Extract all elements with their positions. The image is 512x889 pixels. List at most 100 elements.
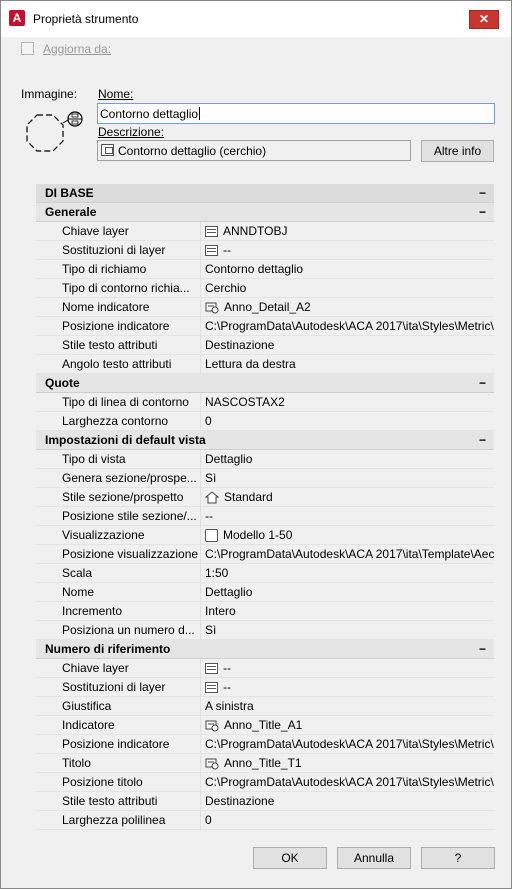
property-value-text: --: [223, 243, 231, 257]
detail-boundary-icon[interactable]: [19, 109, 89, 167]
property-value[interactable]: 1:50: [201, 564, 494, 582]
cancel-button[interactable]: Annulla: [337, 847, 411, 869]
property-value[interactable]: Modello 1-50: [201, 526, 494, 544]
help-button[interactable]: ?: [421, 847, 495, 869]
property-name: Stile sezione/prospetto: [36, 488, 201, 506]
property-row[interactable]: Tipo di richiamo Contorno dettaglio: [36, 260, 494, 279]
property-value-text: 0: [205, 414, 212, 428]
property-value[interactable]: Standard: [201, 488, 494, 506]
property-value-text: NASCOSTAX2: [205, 395, 285, 409]
property-name: Scala: [36, 564, 201, 582]
view-icon: [205, 528, 218, 542]
property-row[interactable]: Sostituzioni di layer --: [36, 241, 494, 260]
property-value[interactable]: Sì: [201, 621, 494, 639]
autocad-app-icon: A: [9, 10, 25, 26]
property-value[interactable]: NASCOSTAX2: [201, 393, 494, 411]
collapse-toggle[interactable]: −: [479, 374, 486, 392]
property-value[interactable]: Lettura da destra: [201, 355, 494, 373]
property-value[interactable]: C:\ProgramData\Autodesk\ACA 2017\ita\Sty…: [201, 735, 494, 753]
property-row[interactable]: Nome Dettaglio: [36, 583, 494, 602]
more-info-button[interactable]: Altre info: [421, 140, 494, 162]
property-value[interactable]: --: [201, 507, 494, 525]
collapse-toggle[interactable]: −: [479, 640, 486, 658]
category-di-base[interactable]: DI BASE −: [36, 184, 494, 203]
property-value[interactable]: Anno_Title_T1: [201, 754, 494, 772]
properties-grid: DI BASE − Generale − Chiave layer ANNDTOBJ Sos…: [36, 184, 494, 830]
property-value[interactable]: A sinistra: [201, 697, 494, 715]
indicator-icon: [205, 718, 219, 732]
category-section[interactable]: Impostazioni di default vista −: [36, 431, 494, 450]
property-row[interactable]: Visualizzazione Modello 1-50: [36, 526, 494, 545]
property-row[interactable]: Indicatore Anno_Title_A1: [36, 716, 494, 735]
property-value[interactable]: Anno_Detail_A2: [201, 298, 494, 316]
update-from-checkbox[interactable]: [21, 42, 34, 55]
category-section[interactable]: Numero di riferimento −: [36, 640, 494, 659]
close-button[interactable]: ✕: [469, 10, 499, 29]
property-row[interactable]: Posizione stile sezione/... --: [36, 507, 494, 526]
property-row[interactable]: Stile sezione/prospetto Standard: [36, 488, 494, 507]
property-name: Angolo testo attributi: [36, 355, 201, 373]
property-value[interactable]: Sì: [201, 469, 494, 487]
property-row[interactable]: Genera sezione/prospe... Sì: [36, 469, 494, 488]
name-label: Nome:: [98, 87, 134, 101]
property-value[interactable]: C:\ProgramData\Autodesk\ACA 2017\ita\Tem…: [201, 545, 494, 563]
property-value[interactable]: Dettaglio: [201, 450, 494, 468]
property-value[interactable]: ANNDTOBJ: [201, 222, 494, 240]
property-value[interactable]: Cerchio: [201, 279, 494, 297]
description-value: Contorno dettaglio (cerchio): [118, 144, 267, 158]
window-title: Proprietà strumento: [33, 12, 139, 26]
property-value-text: Anno_Title_T1: [224, 756, 302, 770]
property-value[interactable]: Intero: [201, 602, 494, 620]
property-row[interactable]: Titolo Anno_Title_T1: [36, 754, 494, 773]
property-value-text: Sì: [205, 471, 217, 485]
property-row[interactable]: Posizione titolo C:\ProgramData\Autodesk\…: [36, 773, 494, 792]
property-value-text: Dettaglio: [205, 585, 253, 599]
property-row[interactable]: Chiave layer --: [36, 659, 494, 678]
property-value[interactable]: C:\ProgramData\Autodesk\ACA 2017\ita\Sty…: [201, 773, 494, 791]
property-row[interactable]: Posizione indicatore C:\ProgramData\Autod…: [36, 317, 494, 336]
property-row[interactable]: Scala 1:50: [36, 564, 494, 583]
ok-button[interactable]: OK: [253, 847, 327, 869]
property-value[interactable]: Contorno dettaglio: [201, 260, 494, 278]
property-value[interactable]: 0: [201, 412, 494, 430]
category-section[interactable]: Quote −: [36, 374, 494, 393]
category-section[interactable]: Generale −: [36, 203, 494, 222]
property-row[interactable]: Nome indicatore Anno_Detail_A2: [36, 298, 494, 317]
property-value[interactable]: Dettaglio: [201, 583, 494, 601]
property-row[interactable]: Posizione indicatore C:\ProgramData\Autod…: [36, 735, 494, 754]
description-field[interactable]: Contorno dettaglio (cerchio): [97, 140, 411, 161]
property-value[interactable]: Destinazione: [201, 336, 494, 354]
property-row[interactable]: Tipo di linea di contorno NASCOSTAX2: [36, 393, 494, 412]
property-value[interactable]: --: [201, 659, 494, 677]
property-value-text: --: [223, 661, 231, 675]
name-value: Contorno dettaglio: [100, 107, 199, 121]
property-row[interactable]: Stile testo attributi Destinazione: [36, 792, 494, 811]
property-value[interactable]: --: [201, 241, 494, 259]
property-row[interactable]: Posizione visualizzazione C:\ProgramData\…: [36, 545, 494, 564]
property-value[interactable]: Destinazione: [201, 792, 494, 810]
property-row[interactable]: Stile testo attributi Destinazione: [36, 336, 494, 355]
collapse-toggle[interactable]: −: [479, 184, 486, 202]
property-row[interactable]: Giustifica A sinistra: [36, 697, 494, 716]
property-row[interactable]: Larghezza polilinea 0: [36, 811, 494, 830]
category-label: DI BASE: [45, 186, 94, 200]
property-row[interactable]: Chiave layer ANNDTOBJ: [36, 222, 494, 241]
collapse-toggle[interactable]: −: [479, 203, 486, 221]
property-row[interactable]: Posiziona un numero d... Sì: [36, 621, 494, 640]
property-row[interactable]: Larghezza contorno 0: [36, 412, 494, 431]
property-value[interactable]: --: [201, 678, 494, 696]
update-from-label: Aggiorna da:: [43, 42, 112, 56]
name-input[interactable]: Contorno dettaglio: [97, 103, 495, 124]
property-value[interactable]: C:\ProgramData\Autodesk\ACA 2017\ita\Sty…: [201, 317, 494, 335]
property-value[interactable]: Anno_Title_A1: [201, 716, 494, 734]
property-value-text: C:\ProgramData\Autodesk\ACA 2017\ita\Tem…: [205, 547, 494, 561]
property-row[interactable]: Tipo di vista Dettaglio: [36, 450, 494, 469]
property-value[interactable]: 0: [201, 811, 494, 829]
collapse-toggle[interactable]: −: [479, 431, 486, 449]
property-value-text: Destinazione: [205, 794, 275, 808]
property-row[interactable]: Tipo di contorno richia... Cerchio: [36, 279, 494, 298]
property-row[interactable]: Angolo testo attributi Lettura da destra: [36, 355, 494, 374]
property-value-text: Standard: [224, 490, 273, 504]
property-row[interactable]: Sostituzioni di layer --: [36, 678, 494, 697]
property-row[interactable]: Incremento Intero: [36, 602, 494, 621]
